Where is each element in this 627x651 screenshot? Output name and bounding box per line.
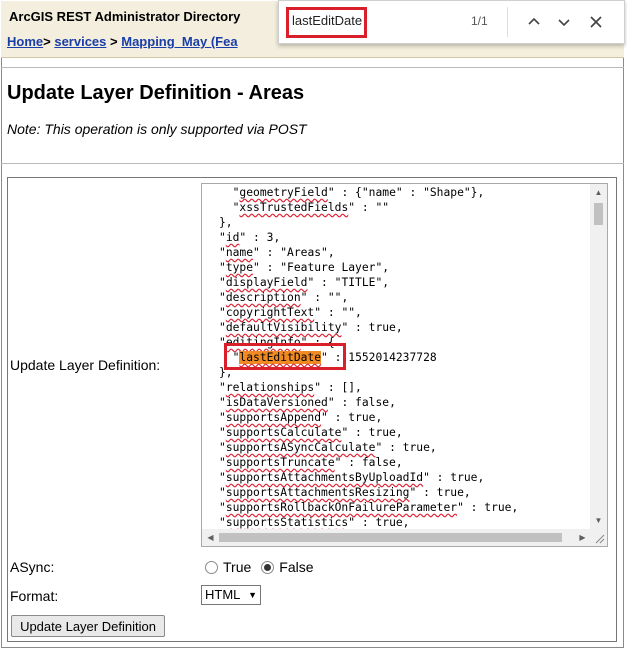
code-line: "supportsStatistics" : true, [219,516,410,529]
json-key: id [225,231,240,244]
code-line: "supportsTruncate" : false, [219,456,403,469]
find-match-count: 1/1 [471,14,488,28]
code-line: "supportsAttachmentsResizing" : true, [219,486,471,499]
breadcrumb: Home> services > Mapping_May (Fea [7,34,238,49]
format-label: Format: [10,588,59,604]
json-key: relationships [225,381,315,394]
json-key: geometryField [239,186,328,199]
json-key: supportsRollbackOnFailureParameter [225,501,458,514]
json-key: supportsCalculate [225,426,342,439]
resize-grip-icon[interactable] [590,529,607,546]
code-line: "type" : "Feature Layer", [219,261,390,274]
json-key: type [225,261,254,274]
code-line: "supportsAppend" : true, [219,411,383,424]
divider [507,7,508,37]
async-true-option[interactable]: True [205,559,251,575]
code-line: "relationships" : [], [219,381,362,394]
code-line: "name" : "Areas", [219,246,335,259]
code-line: "isDataVersioned" : false, [219,396,396,409]
chevron-up-icon[interactable] [523,11,545,33]
divider [1,163,624,164]
breadcrumb-service-link[interactable]: Mapping_May (Fea [121,34,237,49]
breadcrumb-separator: > [43,34,51,49]
json-key: xssTrustedFields [239,201,349,214]
scroll-right-icon[interactable]: ▶ [574,529,591,546]
post-note: Note: This operation is only supported v… [7,121,307,137]
page-title: Update Layer Definition - Areas [7,82,305,104]
json-key: supportsAttachmentsResizing [225,486,410,499]
update-layer-definition-button[interactable]: Update Layer Definition [11,615,165,637]
json-key: copyrightText [225,306,315,319]
code-line: "displayField" : "TITLE", [219,276,390,289]
json-key: supportsTruncate [225,456,335,469]
async-false-option[interactable]: False [261,559,314,575]
definition-label: Update Layer Definition: [10,357,161,373]
radio-false[interactable] [261,560,275,574]
format-value: HTML [205,587,241,602]
horizontal-scrollbar[interactable]: ◀ ▶ [202,529,591,546]
async-label: ASync: [10,559,55,575]
close-icon[interactable] [585,11,607,33]
code-line: "supportsCalculate" : true, [219,426,403,439]
async-false-label: False [279,559,314,575]
async-true-label: True [223,559,252,575]
breadcrumb-separator: > [110,34,118,49]
json-key: isDataVersioned [225,396,328,409]
json-key: defaultVisibility [225,321,342,334]
chevron-down-icon[interactable] [553,11,575,33]
annotation-box-find [286,7,367,38]
scroll-up-icon[interactable]: ▲ [590,184,607,201]
code-line: "defaultVisibility" : true, [219,321,403,334]
code-line: }, [219,216,233,229]
scroll-down-icon[interactable]: ▼ [590,512,607,529]
code-line: "supportsASyncCalculate" : true, [219,441,437,454]
code-line: "supportsRollbackOnFailureParameter" : t… [219,501,519,514]
code-line: "copyrightText" : "", [219,306,362,319]
json-key: supportsStatistics [225,516,349,529]
code-line: "description" : "", [219,291,349,304]
breadcrumb-services-link[interactable]: services [54,34,106,49]
json-key: supportsASyncCalculate [225,441,376,454]
code-line: "geometryField" : {"name" : "Shape"}, [232,186,485,199]
code-line: "supportsAttachmentsByUploadId" : true, [219,471,485,484]
json-key: description [225,291,301,304]
scroll-thumb[interactable] [594,203,603,225]
breadcrumb-home-link[interactable]: Home [7,34,43,49]
scroll-thumb[interactable] [219,533,562,542]
json-key: supportsAttachmentsByUploadId [225,471,424,484]
annotation-box-key [224,343,346,370]
json-key: displayField [225,276,308,289]
app-title: ArcGIS REST Administrator Directory [9,9,241,24]
format-select[interactable]: HTML ▼ [201,585,261,605]
divider [1,67,624,68]
code-line: "xssTrustedFields" : "" [232,201,390,214]
json-key: name [225,246,254,259]
async-radio-group: True False [205,559,324,575]
dropdown-arrow-icon: ▼ [248,590,257,600]
json-key: supportsAppend [225,411,322,424]
code-line: "id" : 3, [219,231,281,244]
vertical-scrollbar[interactable]: ▲ ▼ [590,184,607,529]
scroll-left-icon[interactable]: ◀ [202,529,219,546]
radio-true[interactable] [205,560,218,574]
